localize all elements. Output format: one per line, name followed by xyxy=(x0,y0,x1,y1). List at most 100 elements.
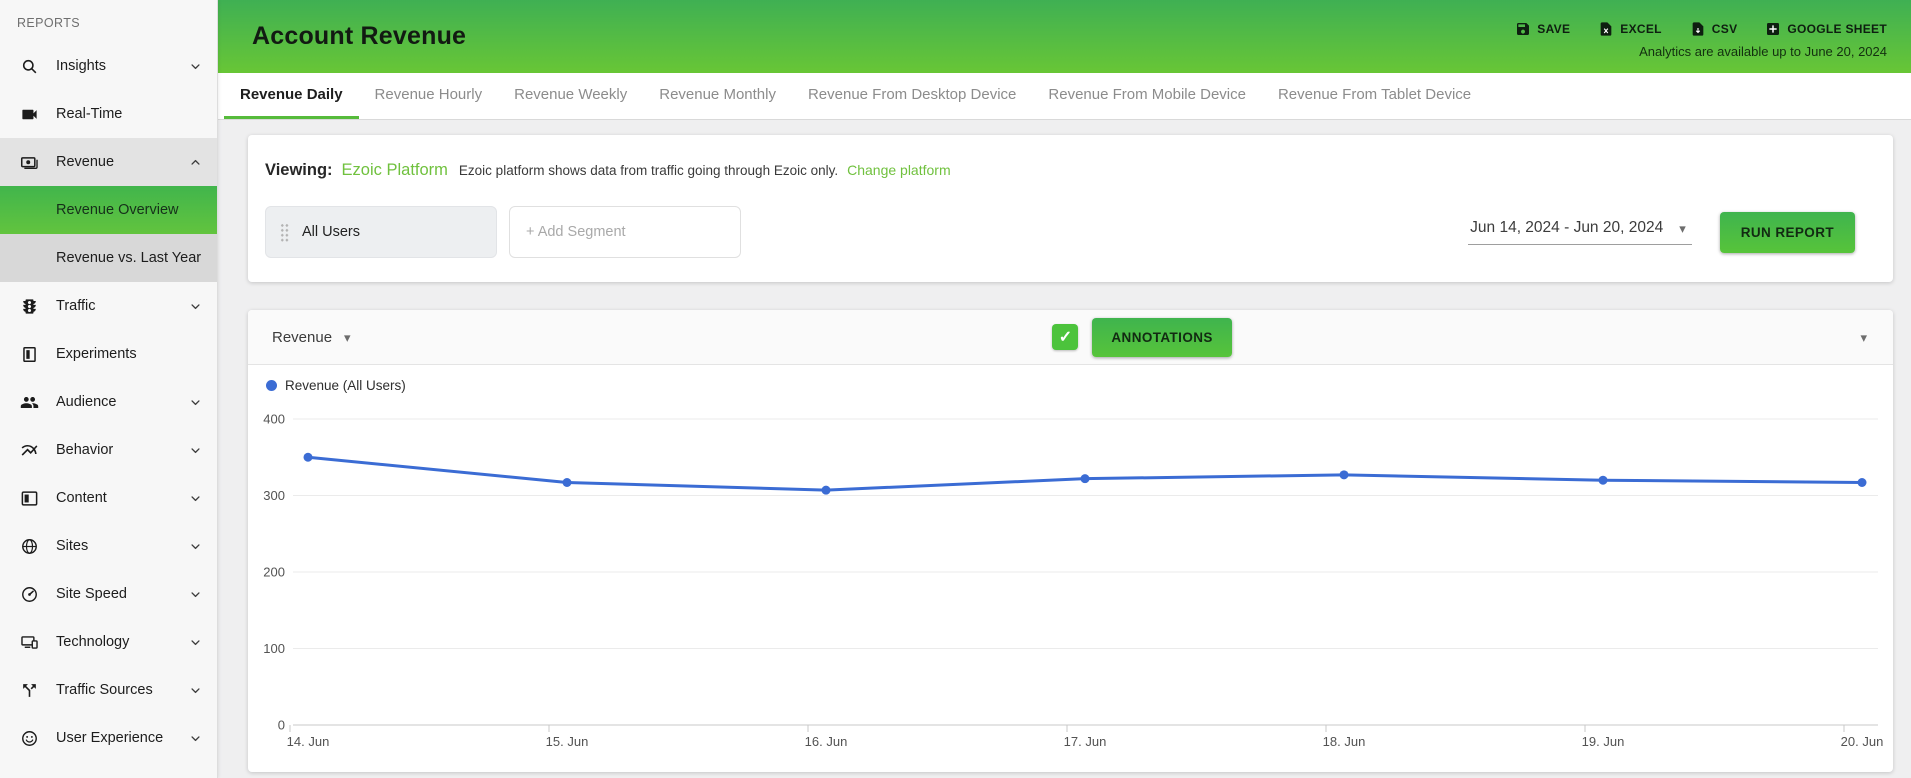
sidebar-item-label: Traffic Sources xyxy=(56,682,153,698)
segment-chip-all-users[interactable]: All Users xyxy=(265,206,497,258)
export-button-label: GOOGLE SHEET xyxy=(1787,22,1887,36)
report-controls: Jun 14, 2024 - Jun 20, 2024 ▾ RUN REPORT xyxy=(1468,212,1855,253)
filter-card: Viewing: Ezoic Platform Ezoic platform s… xyxy=(248,135,1893,282)
search-icon xyxy=(20,56,40,76)
excel-icon xyxy=(1598,21,1614,37)
viewing-label: Viewing: xyxy=(265,161,333,180)
svg-text:16. Jun: 16. Jun xyxy=(805,734,848,748)
sidebar-item-label: Revenue Overview xyxy=(56,202,179,218)
sidebar-item-label: Revenue vs. Last Year xyxy=(56,250,201,266)
sidebar-item-label: Content xyxy=(56,490,107,506)
chart-toolbar: Revenue ▾ ✓ ANNOTATIONS ▾ xyxy=(248,310,1893,365)
availability-note: Analytics are available up to June 20, 2… xyxy=(1639,44,1887,59)
metric-selector-value: Revenue xyxy=(272,329,332,346)
sidebar-item-label: Experiments xyxy=(56,346,137,362)
tab-revenue-daily[interactable]: Revenue Daily xyxy=(224,73,359,119)
content-icon xyxy=(20,488,40,508)
chevron-down-icon xyxy=(188,539,203,554)
annotations-checkbox[interactable]: ✓ xyxy=(1052,324,1078,350)
annotations-group: ✓ ANNOTATIONS xyxy=(1052,318,1231,357)
segment-chip-label: All Users xyxy=(302,224,360,240)
content-area: Viewing: Ezoic Platform Ezoic platform s… xyxy=(218,120,1911,778)
sidebar-item-real-time[interactable]: Real-Time xyxy=(0,90,217,138)
sidebar-item-label: Revenue xyxy=(56,154,114,170)
run-report-button[interactable]: RUN REPORT xyxy=(1720,212,1855,253)
sidebar-item-site-speed[interactable]: Site Speed xyxy=(0,570,217,618)
devices-icon xyxy=(20,632,40,652)
annotations-button[interactable]: ANNOTATIONS xyxy=(1092,318,1231,357)
export-google-sheet-button[interactable]: GOOGLE SHEET xyxy=(1765,21,1887,37)
date-range-value: Jun 14, 2024 - Jun 20, 2024 xyxy=(1470,219,1663,237)
sidebar-item-label: User Experience xyxy=(56,730,163,746)
sidebar-item-revenue-vs-last-year[interactable]: Revenue vs. Last Year xyxy=(0,234,217,282)
sidebar-item-revenue[interactable]: Revenue xyxy=(0,138,217,186)
change-platform-link[interactable]: Change platform xyxy=(847,162,951,178)
chevron-down-icon xyxy=(188,59,203,74)
svg-text:15. Jun: 15. Jun xyxy=(546,734,589,748)
export-button-label: SAVE xyxy=(1537,22,1570,36)
svg-text:18. Jun: 18. Jun xyxy=(1323,734,1366,748)
sidebar-item-content[interactable]: Content xyxy=(0,474,217,522)
tab-revenue-from-desktop-device[interactable]: Revenue From Desktop Device xyxy=(792,73,1032,119)
traffic-icon xyxy=(20,296,40,316)
export-excel-button[interactable]: EXCEL xyxy=(1598,21,1662,37)
platform-description: Ezoic platform shows data from traffic g… xyxy=(459,163,838,178)
svg-text:17. Jun: 17. Jun xyxy=(1064,734,1107,748)
page-title: Account Revenue xyxy=(252,22,466,51)
svg-text:300: 300 xyxy=(263,488,285,503)
tab-revenue-from-tablet-device[interactable]: Revenue From Tablet Device xyxy=(1262,73,1487,119)
sidebar-item-label: Sites xyxy=(56,538,88,554)
csv-icon xyxy=(1690,21,1706,37)
export-button-label: EXCEL xyxy=(1620,22,1662,36)
export-csv-button[interactable]: CSV xyxy=(1690,21,1738,37)
viewing-row: Viewing: Ezoic Platform Ezoic platform s… xyxy=(265,161,1855,180)
chevron-down-icon xyxy=(188,395,203,410)
sidebar-item-label: Behavior xyxy=(56,442,113,458)
export-save-button[interactable]: SAVE xyxy=(1515,21,1570,37)
main-area: Account Revenue SAVE EXCEL CSV GOOGLE SHEET… xyxy=(218,0,1911,778)
sidebar-item-revenue-overview[interactable]: Revenue Overview xyxy=(0,186,217,234)
sidebar-item-insights[interactable]: Insights xyxy=(0,42,217,90)
legend-dot-icon xyxy=(266,380,277,391)
speed-icon xyxy=(20,584,40,604)
svg-text:20. Jun: 20. Jun xyxy=(1841,734,1884,748)
chevron-down-icon xyxy=(188,299,203,314)
platform-name: Ezoic Platform xyxy=(342,161,448,180)
metric-selector[interactable]: Revenue ▾ xyxy=(272,329,351,346)
behavior-icon xyxy=(20,440,40,460)
svg-text:100: 100 xyxy=(263,641,285,656)
sidebar-item-behavior[interactable]: Behavior xyxy=(0,426,217,474)
tab-revenue-from-mobile-device[interactable]: Revenue From Mobile Device xyxy=(1032,73,1262,119)
tab-revenue-weekly[interactable]: Revenue Weekly xyxy=(498,73,643,119)
legend-label: Revenue (All Users) xyxy=(285,378,406,393)
tab-bar: Revenue DailyRevenue HourlyRevenue Weekl… xyxy=(218,73,1911,120)
sidebar-item-experiments[interactable]: Experiments xyxy=(0,330,217,378)
sheet-icon xyxy=(1765,21,1781,37)
date-range-picker[interactable]: Jun 14, 2024 - Jun 20, 2024 ▾ xyxy=(1468,219,1692,245)
app-root: REPORTS InsightsReal-TimeRevenueRevenue … xyxy=(0,0,1911,778)
chevron-down-icon xyxy=(188,491,203,506)
export-button-label: CSV xyxy=(1712,22,1738,36)
sidebar-nav: Insights Real-Time Revenue Revenue Overview… xyxy=(0,42,217,762)
sidebar-section-label: REPORTS xyxy=(0,0,217,42)
drag-handle-icon[interactable] xyxy=(280,223,289,242)
audience-icon xyxy=(20,392,40,412)
sidebar-item-traffic-sources[interactable]: Traffic Sources xyxy=(0,666,217,714)
sidebar-item-user-experience[interactable]: User Experience xyxy=(0,714,217,762)
tab-revenue-monthly[interactable]: Revenue Monthly xyxy=(643,73,792,119)
chart-options-caret-icon[interactable]: ▾ xyxy=(1860,331,1867,344)
segment-row: All Users + Add Segment Jun 14, 2024 - J… xyxy=(265,206,1855,258)
sidebar-item-label: Real-Time xyxy=(56,106,122,122)
add-segment-button[interactable]: + Add Segment xyxy=(509,206,741,258)
tab-revenue-hourly[interactable]: Revenue Hourly xyxy=(359,73,499,119)
add-segment-label: + Add Segment xyxy=(526,224,626,240)
sidebar-item-traffic[interactable]: Traffic xyxy=(0,282,217,330)
chevron-down-icon xyxy=(188,731,203,746)
sidebar-item-sites[interactable]: Sites xyxy=(0,522,217,570)
sidebar-item-audience[interactable]: Audience xyxy=(0,378,217,426)
sidebar-item-label: Audience xyxy=(56,394,116,410)
svg-text:0: 0 xyxy=(278,718,285,733)
sidebar-item-label: Site Speed xyxy=(56,586,127,602)
chart-legend: Revenue (All Users) xyxy=(248,365,1893,393)
sidebar-item-technology[interactable]: Technology xyxy=(0,618,217,666)
